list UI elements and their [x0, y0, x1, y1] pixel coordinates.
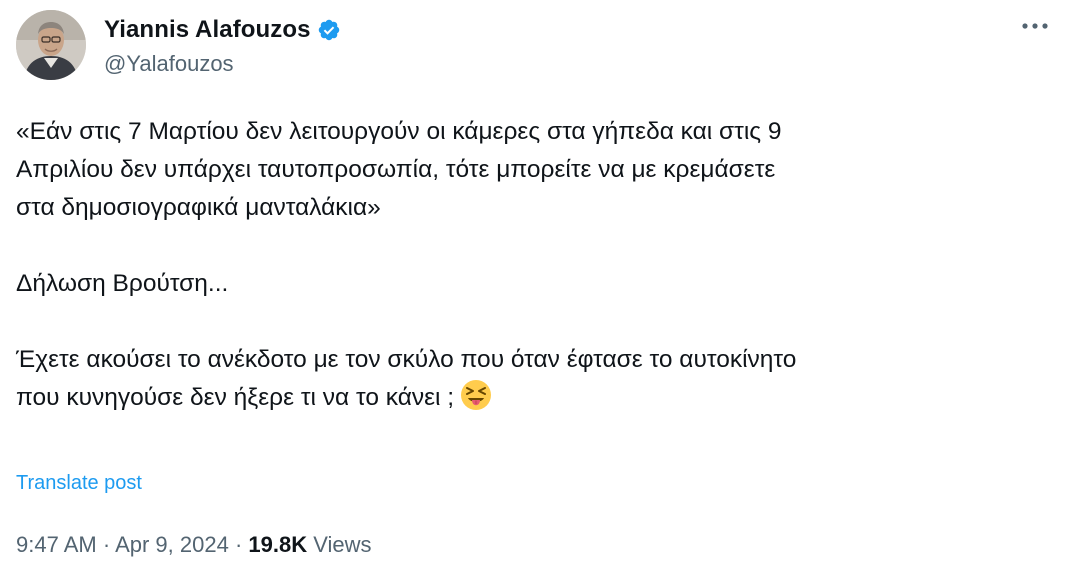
tweet-card: Yiannis Alafouzos @Yalafouzos «Εάν στις … — [0, 0, 1070, 564]
post-date[interactable]: Apr 9, 2024 — [115, 532, 229, 557]
views-label: Views — [313, 532, 372, 557]
tweet-header: Yiannis Alafouzos @Yalafouzos — [16, 8, 341, 82]
author-display-name[interactable]: Yiannis Alafouzos — [104, 16, 311, 44]
meta-separator: · — [102, 532, 111, 557]
tweet-line: «Εάν στις 7 Μαρτίου δεν λειτουργούν οι κ… — [16, 118, 782, 145]
views-count[interactable]: 19.8K — [248, 532, 307, 557]
author-handle[interactable]: @Yalafouzos — [104, 51, 341, 77]
squinting-face-with-tongue-emoji — [461, 380, 492, 410]
tweet-paragraph-2: Δήλωση Βρούτση... — [16, 265, 1056, 303]
avatar[interactable] — [16, 10, 86, 80]
tweet-meta: 9:47 AM · Apr 9, 2024 · 19.8K Views — [16, 532, 372, 558]
avatar-image — [16, 10, 86, 80]
tweet-line: στα δημοσιογραφικά μανταλάκια» — [16, 194, 381, 221]
tweet-line: Έχετε ακούσει το ανέκδοτο με τον σκύλο π… — [16, 346, 797, 373]
tweet-paragraph-3: Έχετε ακούσει το ανέκδοτο με τον σκύλο π… — [16, 341, 1056, 417]
tweet-line: Δήλωση Βρούτση... — [16, 270, 229, 297]
tweet-text: «Εάν στις 7 Μαρτίου δεν λειτουργούν οι κ… — [16, 113, 1056, 417]
post-time[interactable]: 9:47 AM — [16, 532, 97, 557]
tweet-line: που κυνηγούσε δεν ήξερε τι να το κάνει ; — [16, 384, 455, 411]
tweet-paragraph-1: «Εάν στις 7 Μαρτίου δεν λειτουργούν οι κ… — [16, 113, 1056, 227]
author-names: Yiannis Alafouzos @Yalafouzos — [104, 13, 341, 77]
more-options-icon[interactable] — [1018, 14, 1052, 38]
verified-badge-icon[interactable] — [317, 18, 341, 42]
translate-post-link[interactable]: Translate post — [16, 472, 142, 495]
tweet-line: Απριλίου δεν υπάρχει ταυτοπροσωπία, τότε… — [16, 156, 776, 183]
meta-separator: · — [234, 532, 243, 557]
name-row: Yiannis Alafouzos — [104, 13, 341, 47]
